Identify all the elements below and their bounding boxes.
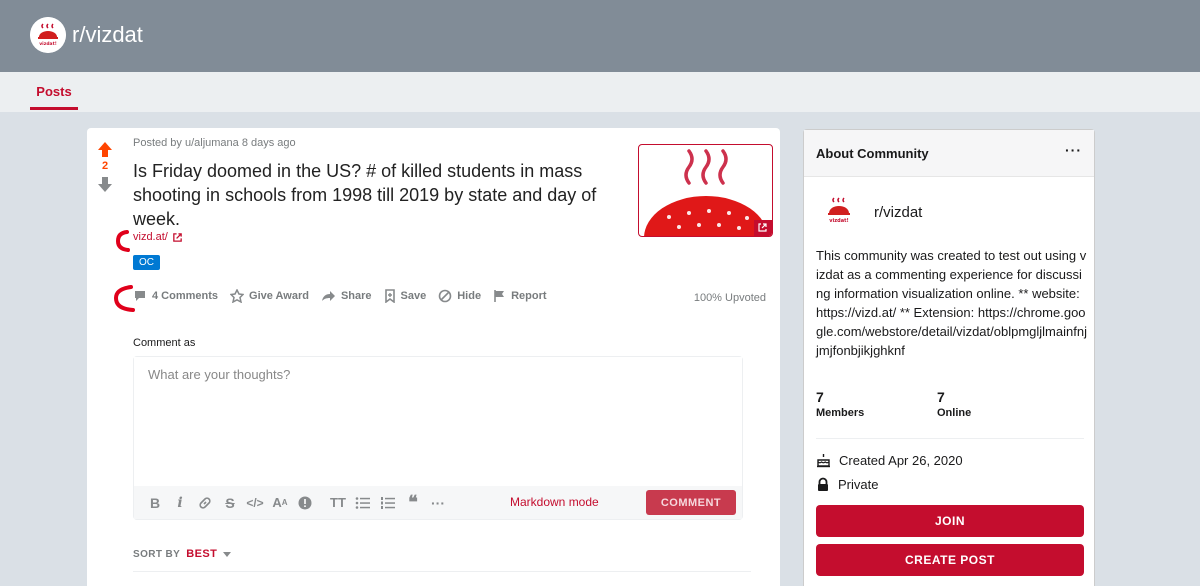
italic-icon[interactable]: i: [169, 492, 191, 514]
lock-icon: [818, 477, 828, 491]
quote-block-icon[interactable]: ❝: [402, 492, 424, 514]
thumbnail-external-link-icon: [754, 220, 772, 236]
share-label: Share: [340, 290, 372, 302]
comments-label: 4 Comments: [152, 290, 219, 302]
report-button[interactable]: Report: [493, 289, 547, 303]
members-count: 7: [816, 389, 824, 405]
upvote-ratio: 100% Upvoted: [693, 292, 766, 304]
comment-input[interactable]: [134, 357, 742, 487]
markdown-mode-link[interactable]: Markdown mode: [510, 495, 599, 509]
community-name[interactable]: r/vizdat: [874, 204, 922, 221]
downvote-icon[interactable]: [94, 174, 116, 194]
strikethrough-icon[interactable]: S: [219, 492, 241, 514]
svg-text:vizdat!: vizdat!: [39, 41, 57, 47]
widget-header: About Community ···: [804, 130, 1094, 177]
members-stat: 7 Members: [816, 389, 864, 419]
created-date: Created Apr 26, 2020: [839, 453, 963, 468]
online-count: 7: [937, 389, 945, 405]
comment-submit-button[interactable]: COMMENT: [646, 490, 736, 515]
subreddit-banner: vizdat! r/vizdat: [0, 0, 1200, 72]
post-card: 2 Posted by u/aljumana 8 days ago Is Fri…: [87, 128, 780, 586]
annotation-mark-link: [115, 230, 130, 252]
caret-down-icon: [223, 552, 232, 557]
flag-icon: [494, 290, 505, 302]
external-link-icon: [173, 232, 182, 242]
join-button[interactable]: JOIN: [816, 505, 1084, 537]
bold-icon[interactable]: B: [144, 492, 166, 514]
sort-value: BEST: [186, 548, 218, 560]
created-row: Created Apr 26, 2020: [816, 453, 963, 468]
post-flair[interactable]: OC: [133, 255, 160, 270]
divider: [816, 438, 1084, 439]
post-byline[interactable]: Posted by u/aljumana 8 days ago: [133, 137, 296, 149]
bookmark-icon: [384, 289, 395, 303]
comment-as-label: Comment as: [133, 337, 196, 349]
online-stat: 7 Online: [937, 389, 971, 419]
link-icon[interactable]: [194, 492, 216, 514]
svg-text:vizdat!: vizdat!: [829, 218, 849, 224]
online-label: Online: [937, 407, 972, 419]
members-label: Members: [816, 407, 865, 419]
post-thumbnail[interactable]: [638, 144, 773, 237]
hide-button[interactable]: Hide: [438, 289, 481, 303]
sort-control: SORT BY BEST: [133, 548, 233, 560]
privacy-status: Private: [838, 477, 879, 492]
about-community-widget: About Community ··· vizdat! r/vizdat Thi…: [803, 129, 1095, 586]
save-button[interactable]: Save: [384, 289, 427, 303]
community-description: This community was created to test out u…: [816, 248, 1087, 358]
post-link-text[interactable]: vizd.at/: [133, 231, 168, 243]
subreddit-logo[interactable]: vizdat!: [30, 17, 66, 53]
more-options-icon[interactable]: ···: [1065, 142, 1082, 158]
award-icon: [230, 289, 245, 303]
numbered-list-icon[interactable]: [377, 492, 399, 514]
share-button[interactable]: Share: [321, 289, 372, 303]
privacy-row: Private: [816, 477, 878, 492]
sort-dropdown[interactable]: BEST: [186, 548, 233, 560]
upvote-icon[interactable]: [94, 140, 116, 160]
give-award-label: Give Award: [249, 290, 309, 302]
comment-editor: B i S </> AA TT ❝ ··· Markdown mode COMM…: [133, 356, 743, 520]
subreddit-title: r/vizdat: [72, 22, 143, 47]
bulleted-list-icon[interactable]: [352, 492, 374, 514]
tab-posts[interactable]: Posts: [30, 84, 78, 110]
report-label: Report: [511, 290, 547, 302]
spoiler-icon[interactable]: [294, 492, 316, 514]
share-icon: [321, 291, 335, 301]
comments-button[interactable]: 4 Comments: [133, 289, 218, 303]
tab-bar: Posts: [0, 72, 1200, 112]
post-action-bar: 4 Comments Give Award Share Save Hide Re…: [133, 289, 559, 303]
hide-label: Hide: [457, 290, 482, 302]
vote-column: 2: [94, 140, 116, 194]
heading-icon[interactable]: TT: [327, 492, 349, 514]
community-logo[interactable]: vizdat!: [821, 193, 857, 229]
divider: [133, 571, 751, 572]
superscript-icon[interactable]: AA: [269, 492, 291, 514]
annotation-mark-actions: [113, 285, 135, 312]
post-title[interactable]: Is Friday doomed in the US? # of killed …: [133, 159, 633, 231]
widget-title: About Community: [816, 146, 929, 161]
create-post-button[interactable]: CREATE POST: [816, 544, 1084, 576]
vote-count: 2: [101, 160, 109, 172]
give-award-button[interactable]: Give Award: [230, 289, 309, 303]
editor-toolbar: B i S </> AA TT ❝ ··· Markdown mode COMM…: [134, 486, 742, 519]
inline-code-icon[interactable]: </>: [244, 492, 266, 514]
post-link[interactable]: vizd.at/: [133, 231, 183, 243]
save-label: Save: [400, 290, 427, 302]
sort-label: SORT BY: [133, 548, 181, 560]
hide-icon: [438, 289, 452, 303]
more-options-icon[interactable]: ···: [427, 492, 449, 514]
cake-icon: [817, 454, 830, 468]
